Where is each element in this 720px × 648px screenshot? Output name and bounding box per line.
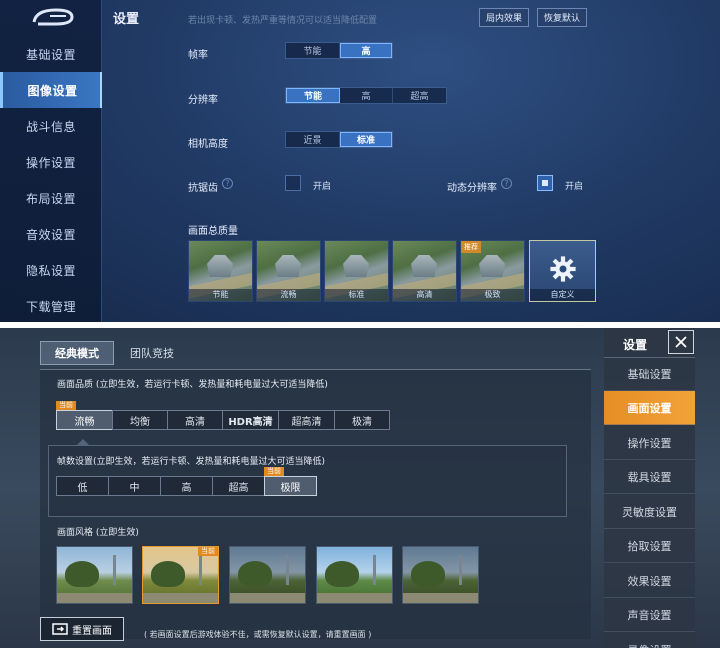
anti-aliasing-label: 抗锯齿 — [188, 183, 218, 194]
overall-quality-label: 画面总质量 — [188, 226, 238, 237]
frame-rate-option-eco[interactable]: 节能 — [286, 43, 340, 58]
graphics-style-label: 画面风格 (立即生效) — [57, 528, 139, 538]
resolution-option-ultra[interactable]: 超高 — [393, 88, 446, 103]
dynamic-resolution-label: 动态分辨率 — [447, 183, 497, 194]
reset-graphics-button[interactable]: 重置画面 — [40, 617, 124, 641]
side-item-controls[interactable]: 操作设置 — [604, 426, 695, 460]
tab-team-deathmatch[interactable]: 团队竞技 — [116, 341, 188, 365]
side-item-effects[interactable]: 效果设置 — [604, 564, 695, 598]
style-option-film[interactable] — [402, 546, 479, 604]
anti-aliasing-checkbox[interactable] — [285, 175, 301, 191]
camera-option-standard[interactable]: 标准 — [340, 132, 392, 147]
quality-preset-smooth[interactable]: 流畅 — [256, 240, 321, 302]
game-logo-icon — [32, 8, 74, 26]
quality-preset-custom[interactable]: 自定义 — [529, 240, 596, 302]
sidebar-item-controls[interactable]: 操作设置 — [0, 144, 102, 180]
tab-classic-mode[interactable]: 经典模式 — [40, 341, 114, 365]
resolution-label: 分辨率 — [188, 95, 218, 106]
restore-default-button[interactable]: 恢复默认 — [537, 8, 588, 27]
side-item-pickup[interactable]: 拾取设置 — [604, 529, 695, 563]
bottom-settings-screen: 经典模式 团队竞技 画面品质 (立即生效，若运行卡顿、发热量和耗电量过大可适当降… — [0, 328, 720, 648]
sidebar-item-downloads[interactable]: 下载管理 — [0, 288, 102, 322]
frame-rate-selector: 节能 高 — [285, 42, 393, 59]
fps-selector: 低 中 高 超高 当前 极限 — [56, 467, 317, 496]
fps-option-high[interactable]: 高 — [160, 476, 213, 496]
graphics-quality-selector: 当前 流畅 均衡 高清 HDR高清 超高清 极清 — [56, 401, 390, 430]
camera-option-close[interactable]: 近景 — [286, 132, 340, 147]
side-item-replay[interactable]: 录像设置 — [604, 633, 695, 648]
frame-rate-option-high[interactable]: 高 — [340, 43, 392, 58]
camera-height-label: 相机高度 — [188, 139, 228, 150]
sidebar-item-layout[interactable]: 布局设置 — [0, 180, 102, 216]
help-icon[interactable]: ? — [501, 178, 512, 189]
style-option-vivid[interactable]: 当前 — [142, 546, 219, 604]
settings-side-menu: 设置 基础设置 画面设置 操作设置 载具设置 灵敏度设置 拾取设置 效果设置 声… — [604, 328, 695, 648]
preset-caption: 流畅 — [257, 289, 320, 301]
quality-preset-eco[interactable]: 节能 — [188, 240, 253, 302]
close-button[interactable] — [668, 330, 694, 354]
side-item-basic[interactable]: 基础设置 — [604, 357, 695, 391]
sidebar-item-combat-info[interactable]: 战斗信息 — [0, 108, 102, 144]
fps-option-extreme[interactable]: 当前 极限 — [264, 467, 317, 496]
page-title: 设置 — [113, 12, 140, 27]
side-item-graphics[interactable]: 画面设置 — [604, 391, 695, 425]
side-item-sound[interactable]: 声音设置 — [604, 598, 695, 632]
anti-aliasing-toggle-label: 开启 — [313, 182, 332, 192]
current-badge: 当前 — [56, 401, 76, 410]
frame-rate-label: 帧率 — [188, 50, 208, 61]
sidebar-item-basic[interactable]: 基础设置 — [0, 36, 102, 72]
resolution-option-eco[interactable]: 节能 — [286, 88, 340, 103]
close-icon — [675, 336, 687, 348]
current-badge: 当前 — [264, 467, 284, 476]
quality-option-extreme-hd[interactable]: 极清 — [334, 410, 390, 430]
option-label: 极限 — [280, 482, 301, 494]
camera-height-selector: 近景 标准 — [285, 131, 393, 148]
quality-preset-standard[interactable]: 标准 — [324, 240, 389, 302]
quality-option-hd[interactable]: 高清 — [167, 410, 223, 430]
quality-option-hdr-hd[interactable]: HDR高清 — [222, 410, 279, 430]
quality-option-balanced[interactable]: 均衡 — [112, 410, 168, 430]
gear-icon — [550, 256, 576, 282]
preset-caption: 高清 — [393, 289, 456, 301]
sidebar-item-privacy[interactable]: 隐私设置 — [0, 252, 102, 288]
dynamic-resolution-toggle-label: 开启 — [565, 182, 584, 192]
reset-note: ( 若画面设置后游戏体验不佳，或需恢复默认设置，请重置画面 ) — [144, 630, 372, 639]
side-menu-title: 设置 — [623, 338, 648, 352]
top-sidebar: 基础设置 图像设置 战斗信息 操作设置 布局设置 音效设置 隐私设置 下载管理 — [0, 0, 102, 322]
side-item-sensitivity[interactable]: 灵敏度设置 — [604, 495, 695, 529]
quality-preset-hd[interactable]: 高清 — [392, 240, 457, 302]
quality-option-ultra-hd[interactable]: 超高清 — [278, 410, 335, 430]
help-icon[interactable]: ? — [222, 178, 233, 189]
side-item-vehicle[interactable]: 载具设置 — [604, 460, 695, 494]
top-settings-screen: 基础设置 图像设置 战斗信息 操作设置 布局设置 音效设置 隐私设置 下载管理 … — [0, 0, 720, 322]
sidebar-item-graphics[interactable]: 图像设置 — [0, 72, 102, 108]
reset-icon — [52, 623, 68, 635]
style-option-classic[interactable] — [56, 546, 133, 604]
style-option-soft[interactable] — [316, 546, 393, 604]
resolution-option-high[interactable]: 高 — [340, 88, 393, 103]
reset-graphics-label: 重置画面 — [72, 625, 112, 637]
fps-settings-label: 帧数设置(立即生效，若运行卡顿、发热量和耗电量过大可适当降低) — [57, 457, 326, 467]
preset-caption: 自定义 — [530, 289, 595, 301]
option-label: 流畅 — [74, 416, 95, 428]
quality-option-smooth[interactable]: 当前 流畅 — [56, 401, 113, 430]
style-option-realistic[interactable] — [229, 546, 306, 604]
fps-option-low[interactable]: 低 — [56, 476, 109, 496]
graphics-quality-label: 画面品质 (立即生效，若运行卡顿、发热量和耗电量过大可适当降低) — [57, 380, 328, 390]
in-game-effect-button[interactable]: 局内效果 — [479, 8, 530, 27]
preset-caption: 节能 — [189, 289, 252, 301]
fps-option-medium[interactable]: 中 — [108, 476, 161, 496]
resolution-selector: 节能 高 超高 — [285, 87, 447, 104]
fps-option-ultra[interactable]: 超高 — [212, 476, 265, 496]
preset-caption: 标准 — [325, 289, 388, 301]
recommended-badge: 推荐 — [461, 241, 481, 253]
sidebar-item-audio[interactable]: 音效设置 — [0, 216, 102, 252]
dynamic-resolution-checkbox[interactable] — [537, 175, 553, 191]
current-badge: 当前 — [198, 547, 218, 556]
quality-preset-extreme[interactable]: 推荐 极致 — [460, 240, 525, 302]
preset-caption: 极致 — [461, 289, 524, 301]
performance-hint: 若出现卡顿、发热严重等情况可以适当降低配置 — [188, 16, 378, 26]
